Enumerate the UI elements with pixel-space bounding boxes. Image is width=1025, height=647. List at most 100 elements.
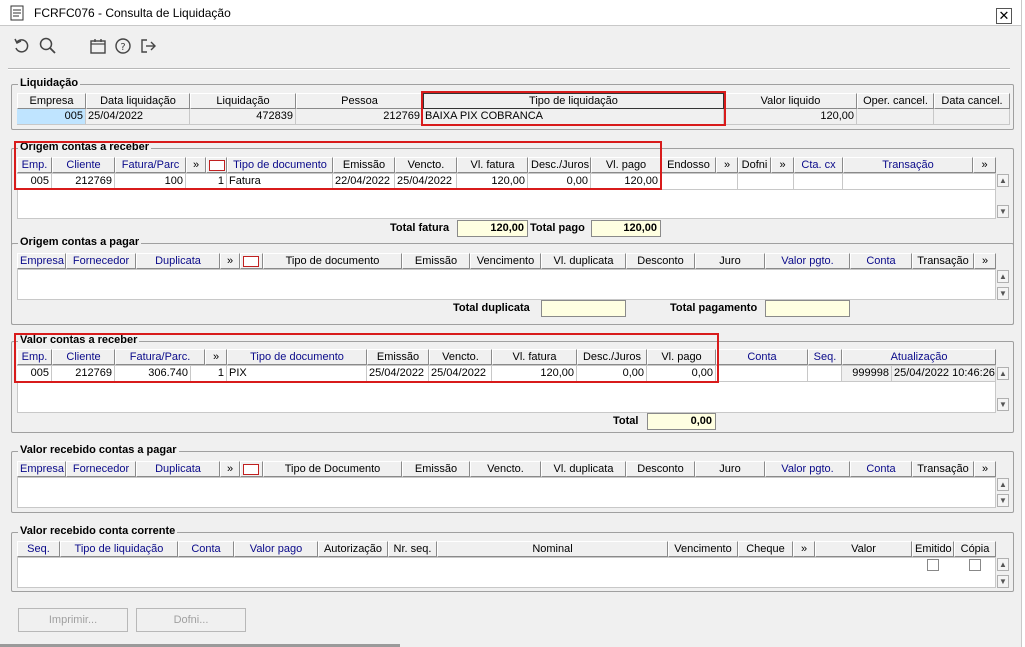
hdr-or-tipo-documento[interactable]: Tipo de documento — [227, 157, 333, 173]
hdr-rp-vl-duplicata[interactable]: Vl. duplicata — [541, 461, 626, 477]
hdr-rp-calendar[interactable] — [240, 461, 263, 477]
hdr-op-transacao[interactable]: Transação — [912, 253, 974, 269]
hdr-rc-seq[interactable]: Seq. — [17, 541, 60, 557]
hdr-rc-nr-seq[interactable]: Nr. seq. — [388, 541, 437, 557]
hdr-rc-expand[interactable]: » — [793, 541, 815, 557]
hdr-vr-seq[interactable]: Seq. — [808, 349, 842, 365]
hdr-or-cta-cx[interactable]: Cta. cx — [794, 157, 843, 173]
hdr-op-expand[interactable]: » — [220, 253, 240, 269]
cell-vr-seq[interactable] — [808, 366, 842, 382]
hdr-or-vl-pago[interactable]: Vl. pago — [591, 157, 661, 173]
cell-data-liquidacao[interactable]: 25/04/2022 — [86, 109, 190, 125]
hdr-op-calendar[interactable] — [240, 253, 263, 269]
cell-pessoa[interactable]: 212769 — [296, 109, 423, 125]
hdr-op-conta[interactable]: Conta — [850, 253, 912, 269]
hdr-rp-expand-2[interactable]: » — [974, 461, 996, 477]
hdr-or-expand-2[interactable]: » — [716, 157, 738, 173]
scroll-down-button[interactable]: ▼ — [997, 398, 1009, 411]
imprimir-button[interactable]: Imprimir... — [18, 608, 128, 632]
cell-or-vl-fatura[interactable]: 120,00 — [457, 174, 528, 190]
cell-empresa[interactable]: 005 — [17, 109, 86, 125]
hdr-rp-valor-pgto[interactable]: Valor pgto. — [765, 461, 850, 477]
hdr-rc-valor[interactable]: Valor — [815, 541, 912, 557]
cell-or-endosso[interactable] — [661, 174, 738, 190]
hdr-op-fornecedor[interactable]: Fornecedor — [66, 253, 136, 269]
scroll-up-button[interactable]: ▲ — [997, 558, 1009, 571]
hdr-vr-cliente[interactable]: Cliente — [52, 349, 115, 365]
hdr-or-expand[interactable]: » — [186, 157, 206, 173]
cell-vr-vl-fatura[interactable]: 120,00 — [492, 366, 577, 382]
hdr-op-desconto[interactable]: Desconto — [626, 253, 695, 269]
hdr-or-vencto[interactable]: Vencto. — [395, 157, 457, 173]
hdr-or-expand-3[interactable]: » — [771, 157, 794, 173]
hdr-tipo-liquidacao[interactable]: Tipo de liquidação — [423, 93, 724, 109]
hdr-vr-emissao[interactable]: Emissão — [367, 349, 429, 365]
cell-valor-liquido[interactable]: 120,00 — [724, 109, 857, 125]
hdr-rc-conta[interactable]: Conta — [178, 541, 234, 557]
emitido-checkbox[interactable] — [927, 559, 939, 571]
hdr-vr-emp[interactable]: Emp. — [17, 349, 52, 365]
cell-vr-emp[interactable]: 005 — [17, 366, 52, 382]
recebido-pagar-grid[interactable] — [17, 477, 996, 508]
hdr-or-transacao[interactable]: Transação — [843, 157, 973, 173]
cell-vr-cliente[interactable]: 212769 — [52, 366, 115, 382]
cell-or-dofni[interactable] — [738, 174, 794, 190]
help-icon[interactable]: ? — [113, 36, 133, 56]
hdr-rc-valor-pago[interactable]: Valor pago — [234, 541, 318, 557]
refresh-icon[interactable] — [12, 36, 32, 56]
hdr-vr-fatura-parc[interactable]: Fatura/Parc. — [115, 349, 205, 365]
hdr-rp-vencto[interactable]: Vencto. — [470, 461, 541, 477]
hdr-or-desc-juros[interactable]: Desc./Juros — [528, 157, 591, 173]
hdr-or-dofni[interactable]: Dofni — [738, 157, 771, 173]
hdr-or-endosso[interactable]: Endosso — [661, 157, 716, 173]
hdr-or-vl-fatura[interactable]: Vl. fatura — [457, 157, 528, 173]
cell-vr-fatura[interactable]: 306.740 — [115, 366, 191, 382]
hdr-rc-cheque[interactable]: Cheque — [738, 541, 793, 557]
hdr-op-vl-duplicata[interactable]: Vl. duplicata — [541, 253, 626, 269]
hdr-rc-autorizacao[interactable]: Autorização — [318, 541, 388, 557]
hdr-op-empresa[interactable]: Empresa — [17, 253, 66, 269]
cell-oper-cancel[interactable] — [857, 109, 934, 125]
hdr-rp-transacao[interactable]: Transação — [912, 461, 974, 477]
hdr-op-valor-pgto[interactable]: Valor pgto. — [765, 253, 850, 269]
cell-or-desc-juros[interactable]: 0,00 — [528, 174, 591, 190]
cell-or-transacao[interactable] — [843, 174, 996, 190]
scroll-up-button[interactable]: ▲ — [997, 478, 1009, 491]
hdr-or-calendar[interactable] — [206, 157, 227, 173]
hdr-rp-juro[interactable]: Juro — [695, 461, 765, 477]
cell-or-vl-pago[interactable]: 120,00 — [591, 174, 661, 190]
hdr-vr-expand[interactable]: » — [205, 349, 227, 365]
cell-or-emp[interactable]: 005 — [17, 174, 52, 190]
calendar-icon[interactable] — [88, 36, 108, 56]
scroll-up-button[interactable]: ▲ — [997, 270, 1009, 283]
cell-vr-usuario[interactable]: 999998 — [842, 366, 892, 382]
hdr-op-vencimento[interactable]: Vencimento — [470, 253, 541, 269]
hdr-op-expand-2[interactable]: » — [974, 253, 996, 269]
hdr-rp-fornecedor[interactable]: Fornecedor — [66, 461, 136, 477]
hdr-data-cancel[interactable]: Data cancel. — [934, 93, 1010, 109]
cell-vr-conta[interactable] — [716, 366, 808, 382]
cell-vr-desc-juros[interactable]: 0,00 — [577, 366, 647, 382]
scroll-up-button[interactable]: ▲ — [997, 367, 1009, 380]
cell-or-cliente[interactable]: 212769 — [52, 174, 115, 190]
scroll-up-button[interactable]: ▲ — [997, 174, 1009, 187]
hdr-rp-duplicata[interactable]: Duplicata — [136, 461, 220, 477]
cell-or-emissao[interactable]: 22/04/2022 — [333, 174, 395, 190]
hdr-valor-liquido[interactable]: Valor liquido — [724, 93, 857, 109]
cell-or-cta-cx[interactable] — [794, 174, 843, 190]
cell-vr-tipo-documento[interactable]: PIX — [227, 366, 367, 382]
hdr-or-emissao[interactable]: Emissão — [333, 157, 395, 173]
cell-vr-vencto[interactable]: 25/04/2022 — [429, 366, 492, 382]
hdr-oper-cancel[interactable]: Oper. cancel. — [857, 93, 934, 109]
cell-or-vencto[interactable]: 25/04/2022 — [395, 174, 457, 190]
hdr-vr-vencto[interactable]: Vencto. — [429, 349, 492, 365]
cell-or-fatura[interactable]: 100 — [115, 174, 186, 190]
close-button[interactable]: ✕ — [996, 8, 1012, 24]
hdr-or-fatura-parc[interactable]: Fatura/Parc — [115, 157, 186, 173]
hdr-rc-copia[interactable]: Cópia — [954, 541, 996, 557]
hdr-rc-tipo-liquidacao[interactable]: Tipo de liquidação — [60, 541, 178, 557]
cell-vr-parc[interactable]: 1 — [191, 366, 227, 382]
hdr-rc-nominal[interactable]: Nominal — [437, 541, 668, 557]
scroll-down-button[interactable]: ▼ — [997, 494, 1009, 507]
hdr-rp-conta[interactable]: Conta — [850, 461, 912, 477]
